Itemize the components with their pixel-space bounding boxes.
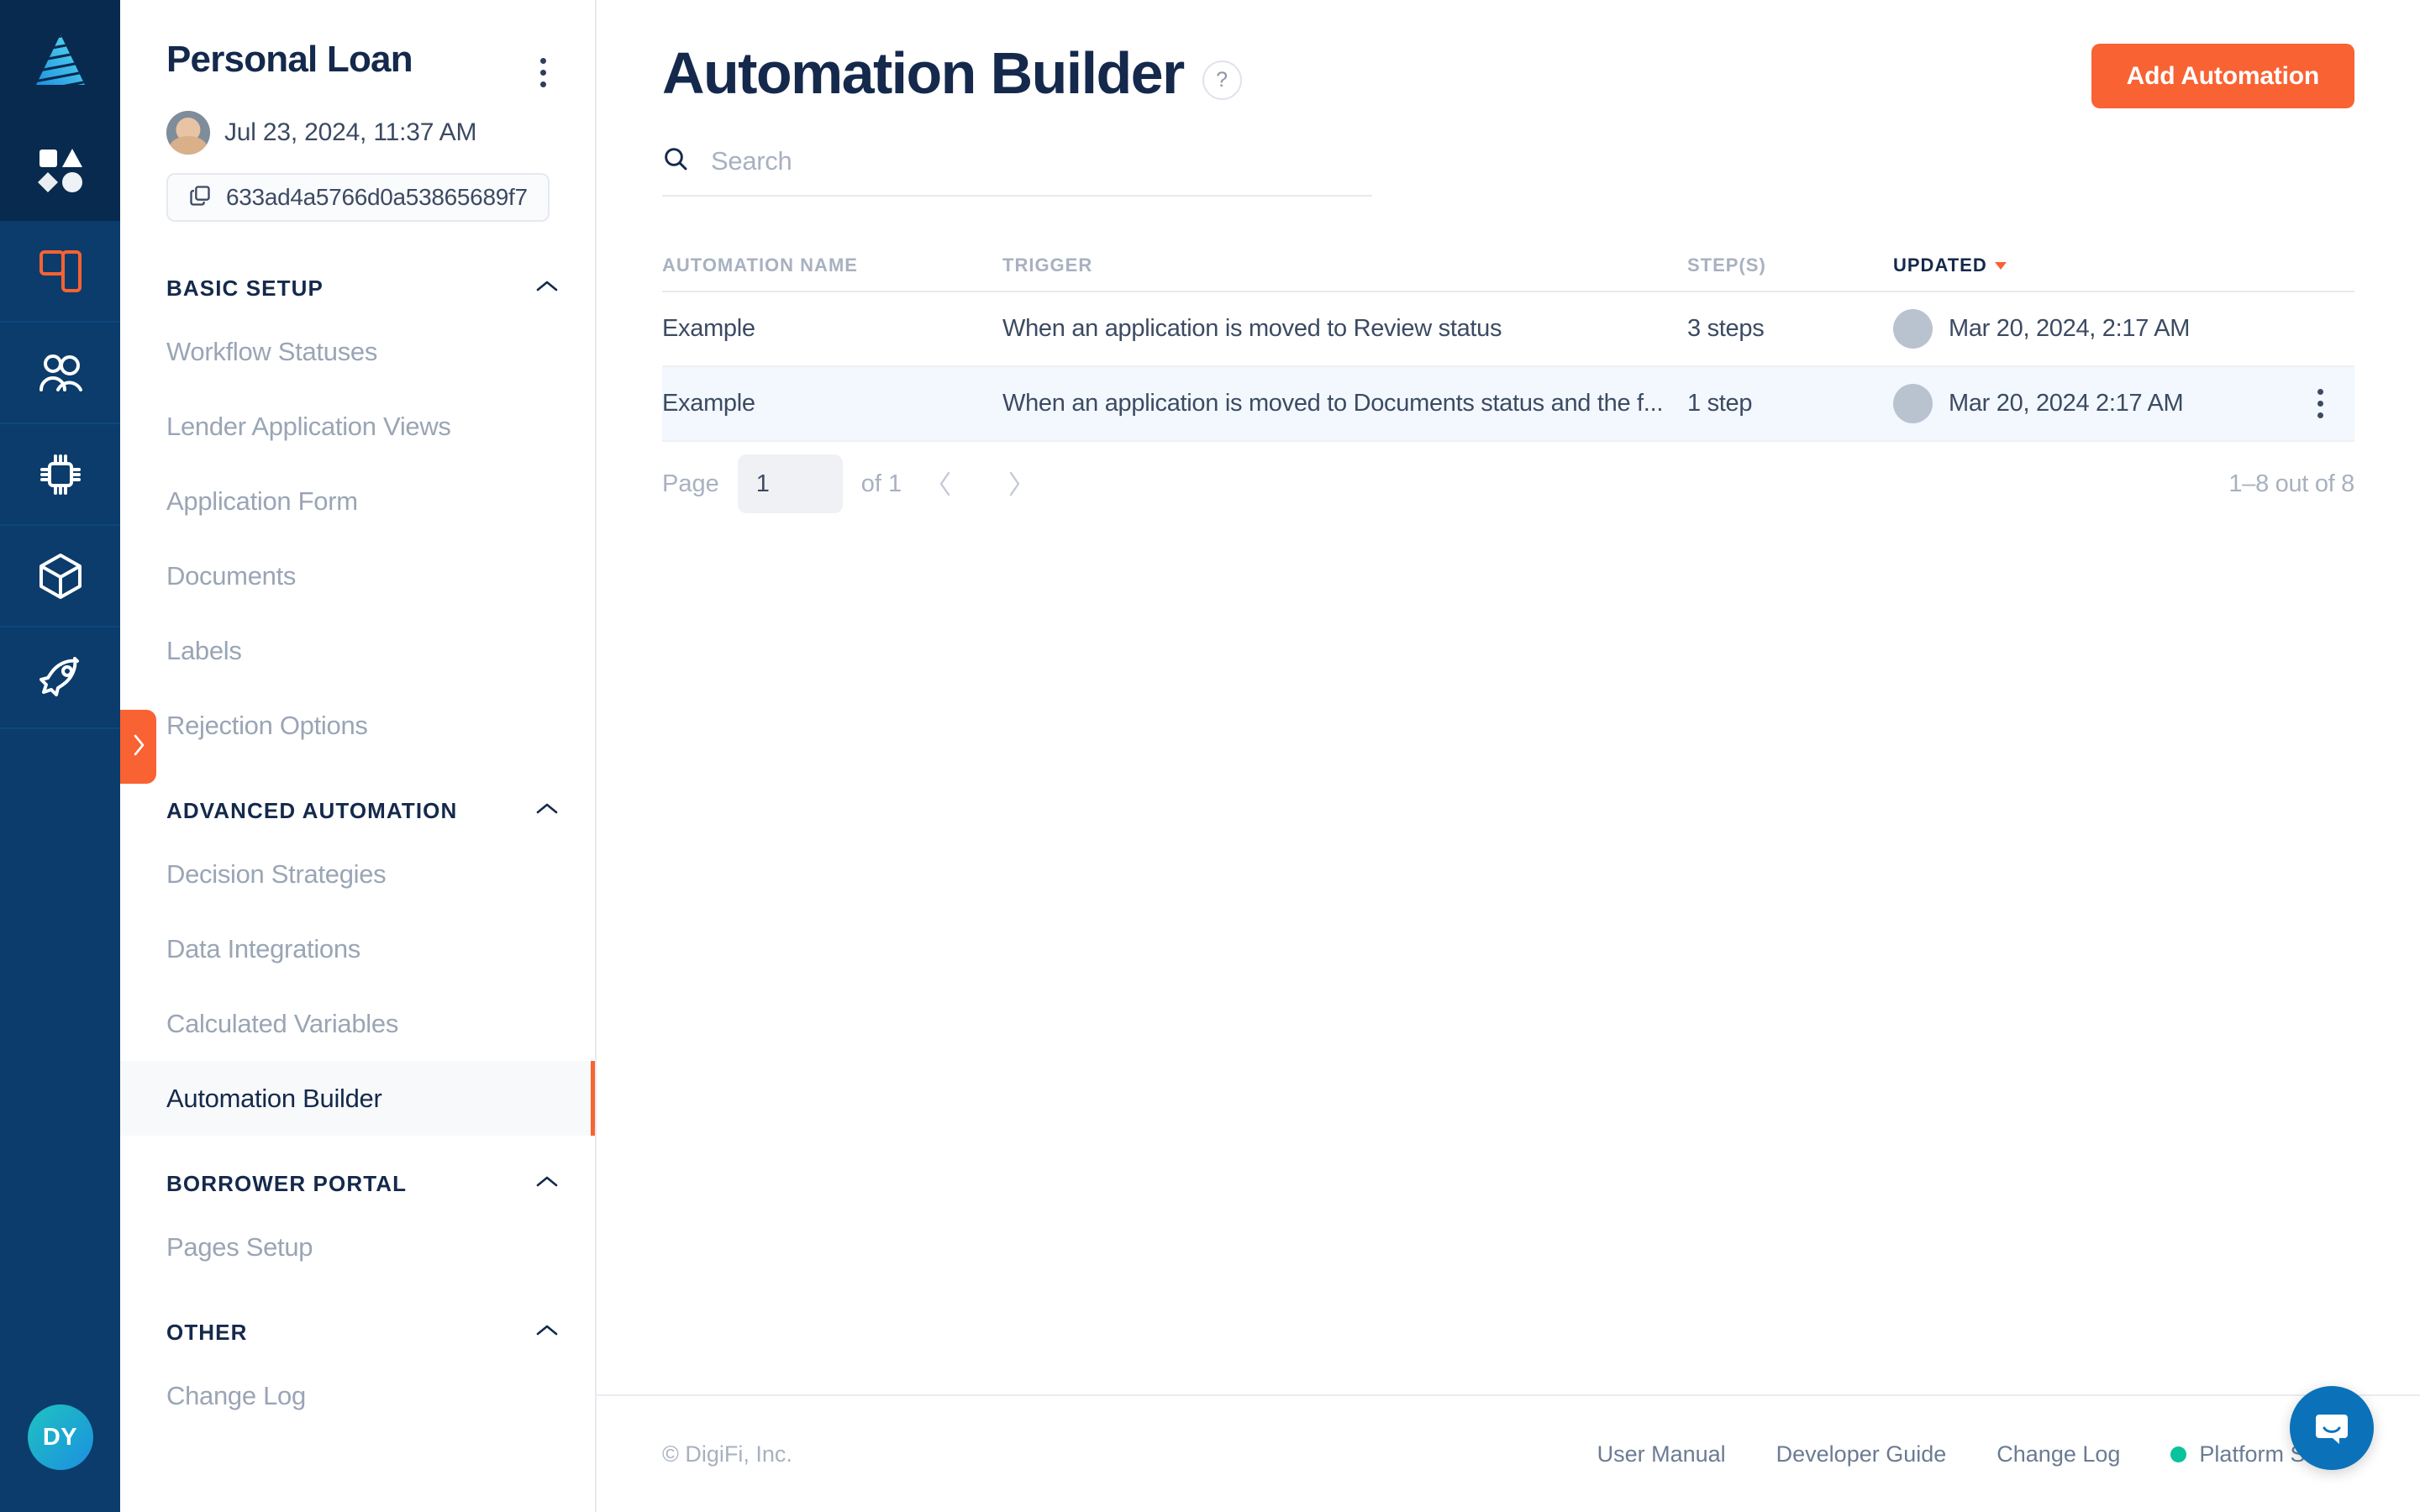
sidebar-item-application-form[interactable]: Application Form: [120, 464, 595, 538]
pagination-page-label: Page: [662, 470, 719, 497]
cell-trigger: When an application is moved to Review s…: [1002, 315, 1502, 342]
cell-steps: 1 step: [1687, 390, 1753, 417]
table-row[interactable]: Example When an application is moved to …: [662, 367, 2354, 442]
chat-bubble-icon[interactable]: [2290, 1386, 2374, 1470]
user-avatar-initials[interactable]: DY: [27, 1404, 93, 1470]
cell-updated: Mar 20, 2024 2:17 AM: [1893, 384, 2354, 423]
avatar: [1893, 309, 1933, 349]
status-indicator-dot: [2170, 1446, 2187, 1462]
sidebar-nav: BASIC SETUP Workflow Statuses Lender App…: [120, 262, 595, 1433]
sidebar-section-label: ADVANCED AUTOMATION: [166, 797, 458, 823]
column-header-automation-name[interactable]: AUTOMATION NAME: [662, 255, 1002, 276]
rail-item-launch[interactable]: [0, 627, 120, 729]
record-id-chip[interactable]: 633ad4a5766d0a53865689f7: [166, 173, 550, 222]
table-header-row: AUTOMATION NAME TRIGGER STEP(S) UPDATED: [662, 240, 2354, 292]
sidebar-item-decision-strategies[interactable]: Decision Strategies: [120, 837, 595, 911]
chevron-up-icon[interactable]: [536, 280, 558, 297]
search-bar[interactable]: [662, 145, 1372, 197]
sidebar-title-row: Personal Loan: [166, 39, 558, 92]
search-input[interactable]: [711, 145, 1372, 176]
pagination-count: 1–8 out of 8: [2228, 470, 2354, 497]
sidebar-title: Personal Loan: [166, 39, 413, 80]
rail-item-shapes[interactable]: [0, 120, 120, 221]
rail-item-processing[interactable]: [0, 424, 120, 526]
sidebar-item-pages-setup[interactable]: Pages Setup: [120, 1210, 595, 1284]
sidebar-item-rejection-options[interactable]: Rejection Options: [120, 688, 595, 763]
rail-item-layout[interactable]: [0, 221, 120, 323]
copy-icon[interactable]: [188, 184, 212, 212]
cell-updated-date: Mar 20, 2024, 2:17 AM: [1949, 315, 2191, 342]
footer-links: User Manual Developer Guide Change Log P…: [1597, 1441, 2354, 1467]
avatar: [166, 111, 210, 155]
cell-automation-name: Example: [662, 315, 755, 342]
sidebar-item-automation-builder[interactable]: Automation Builder: [120, 1061, 595, 1136]
chevron-up-icon[interactable]: [536, 802, 558, 820]
sidebar-section-other[interactable]: OTHER: [120, 1306, 595, 1358]
cell-updated: Mar 20, 2024, 2:17 AM: [1893, 309, 2354, 349]
digifi-logo-icon[interactable]: [0, 0, 120, 120]
column-header-steps[interactable]: STEP(S): [1687, 255, 1893, 276]
page-title-wrap: Automation Builder ?: [662, 44, 1242, 102]
sidebar: Personal Loan Jul 23, 2024, 11:37 AM 633…: [120, 0, 597, 1512]
question-mark-icon[interactable]: ?: [1202, 60, 1242, 100]
footer-link-developer-guide[interactable]: Developer Guide: [1776, 1441, 1947, 1467]
icon-rail: DY: [0, 0, 120, 1512]
pagination-prev-button[interactable]: [920, 459, 971, 509]
table-row[interactable]: Example When an application is moved to …: [662, 292, 2354, 367]
pagination-next-button[interactable]: [989, 459, 1039, 509]
automations-table: AUTOMATION NAME TRIGGER STEP(S) UPDATED …: [662, 240, 2354, 526]
footer-link-user-manual[interactable]: User Manual: [1597, 1441, 1726, 1467]
sidebar-item-documents[interactable]: Documents: [120, 538, 595, 613]
row-actions-menu-icon[interactable]: [2304, 381, 2336, 428]
chevron-right-icon: [132, 734, 145, 760]
sidebar-expand-button[interactable]: [120, 710, 156, 784]
avatar: [1893, 384, 1933, 423]
page-title: Automation Builder: [662, 40, 1185, 106]
sidebar-section-basic-setup[interactable]: BASIC SETUP: [120, 262, 595, 314]
cell-trigger: When an application is moved to Document…: [1002, 390, 1664, 417]
chevron-up-icon[interactable]: [536, 1175, 558, 1193]
add-automation-button[interactable]: Add Automation: [2091, 44, 2354, 108]
sidebar-header: Personal Loan Jul 23, 2024, 11:37 AM 633…: [120, 0, 595, 222]
record-id-value: 633ad4a5766d0a53865689f7: [226, 184, 528, 210]
footer-link-change-log[interactable]: Change Log: [1996, 1441, 2120, 1467]
column-header-trigger[interactable]: TRIGGER: [1002, 255, 1687, 276]
page-header: Automation Builder ? Add Automation: [662, 44, 2354, 108]
rail-item-products[interactable]: [0, 526, 120, 627]
cell-updated-date: Mar 20, 2024 2:17 AM: [1949, 390, 2184, 417]
sidebar-section-label: BASIC SETUP: [166, 275, 324, 301]
rail-item-users[interactable]: [0, 323, 120, 424]
cell-automation-name: Example: [662, 390, 755, 417]
sidebar-item-data-integrations[interactable]: Data Integrations: [120, 911, 595, 986]
footer-copyright: © DigiFi, Inc.: [662, 1441, 792, 1467]
column-header-updated-label: UPDATED: [1893, 255, 1987, 276]
sidebar-item-change-log[interactable]: Change Log: [120, 1358, 595, 1433]
sidebar-section-advanced-automation[interactable]: ADVANCED AUTOMATION: [120, 785, 595, 837]
pagination: Page of 1 1–8 out of 8: [662, 442, 2354, 526]
pagination-page-input[interactable]: [737, 454, 843, 513]
sidebar-meta: Jul 23, 2024, 11:37 AM: [166, 111, 558, 155]
sidebar-section-label: BORROWER PORTAL: [166, 1170, 408, 1196]
sidebar-section-label: OTHER: [166, 1319, 248, 1345]
sidebar-item-calculated-variables[interactable]: Calculated Variables: [120, 986, 595, 1061]
caret-down-icon: [1994, 261, 2007, 270]
sidebar-item-workflow-statuses[interactable]: Workflow Statuses: [120, 314, 595, 389]
chevron-up-icon[interactable]: [536, 1324, 558, 1341]
app-root: DY Personal Loan Jul 23, 2024, 11:37 AM: [0, 0, 2420, 1512]
sidebar-updated-date: Jul 23, 2024, 11:37 AM: [224, 118, 477, 146]
sidebar-item-lender-application-views[interactable]: Lender Application Views: [120, 389, 595, 464]
pagination-of-label: of 1: [860, 470, 902, 497]
cell-steps: 3 steps: [1687, 315, 1765, 342]
pagination-controls: Page of 1: [662, 454, 1039, 513]
footer: © DigiFi, Inc. User Manual Developer Gui…: [597, 1394, 2420, 1512]
sidebar-section-borrower-portal[interactable]: BORROWER PORTAL: [120, 1158, 595, 1210]
column-header-updated[interactable]: UPDATED: [1893, 255, 2354, 276]
sidebar-item-labels[interactable]: Labels: [120, 613, 595, 688]
main-content: Automation Builder ? Add Automation AUTO…: [597, 0, 2420, 1512]
main-body: Automation Builder ? Add Automation AUTO…: [597, 0, 2420, 1394]
more-vertical-icon[interactable]: [528, 52, 558, 92]
search-icon: [662, 145, 689, 176]
